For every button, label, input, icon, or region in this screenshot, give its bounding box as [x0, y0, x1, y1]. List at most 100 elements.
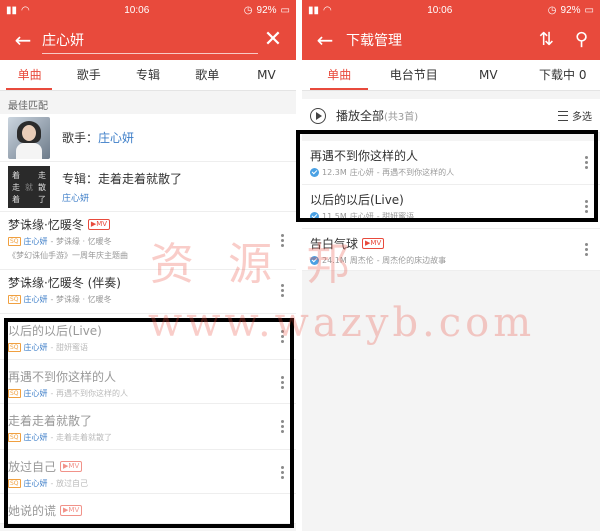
song-album: - 甜妍蜜语 — [376, 212, 415, 221]
status-bar: ▮▮ ◠ 10:06 ◷ 92% ▭ — [302, 0, 600, 20]
song-title: 走着走着就散了 — [8, 414, 93, 428]
track-count: (共3首) — [384, 112, 419, 123]
song-title: 以后的以后(Live) — [310, 193, 404, 207]
song-album: - 放过自己 — [50, 479, 88, 488]
song-album: - 甜妍蜜语 — [50, 343, 88, 352]
best-match-artist[interactable]: 歌手：庄心妍 — [0, 114, 296, 162]
download-row[interactable]: 再遇不到你这样的人 12.3M 庄心妍 - 再遇不到你这样的人 — [302, 141, 600, 185]
clear-search-icon[interactable]: ✕ — [258, 20, 288, 60]
file-size: 12.3M — [322, 168, 347, 177]
battery-icon: ▭ — [280, 4, 290, 16]
song-row[interactable]: 她说的谎 ▶MV — [0, 494, 296, 524]
search-query: 庄心妍 — [42, 32, 84, 49]
back-arrow-icon[interactable]: ← — [8, 20, 38, 60]
play-all-button[interactable]: 播放全部(共3首) — [336, 107, 418, 124]
search-screen: ▮▮ ◠ 10:06 ◷ 92% ▭ ← 庄心妍 ✕ 单曲 歌手 专辑 歌单 M… — [0, 0, 296, 531]
active-tab-indicator — [6, 88, 52, 90]
song-title: 她说的谎 — [8, 504, 57, 518]
page-title: 下载管理 — [346, 33, 402, 49]
sq-badge: SQ — [8, 433, 21, 442]
back-arrow-icon[interactable]: ← — [310, 20, 340, 60]
song-album: - 周杰伦的床边故事 — [376, 256, 447, 265]
battery-text: 92% — [256, 4, 277, 16]
downloaded-check-icon — [310, 168, 319, 177]
tab-mv[interactable]: MV — [237, 60, 296, 90]
play-circle-icon[interactable] — [310, 107, 326, 124]
song-title: 告白气球 — [310, 237, 359, 251]
alarm-icon: ◷ — [243, 4, 253, 16]
multi-select-button[interactable]: 多选 — [558, 108, 592, 123]
wifi-icon: ◠ — [323, 4, 332, 16]
artist-prefix: 歌手： — [62, 131, 99, 145]
song-artist: 庄心妍 — [23, 295, 48, 304]
list-icon — [558, 110, 568, 121]
tab-artists[interactable]: 歌手 — [59, 60, 118, 90]
song-extra: 《梦幻诛仙手游》一周年庆主题曲 — [8, 251, 128, 260]
sq-badge: SQ — [8, 389, 21, 398]
song-row[interactable]: 梦诛缘·忆暖冬 ▶MV SQ 庄心妍 - 梦诛缘 · 忆暖冬 《梦幻诛仙手游》一周年… — [0, 212, 296, 270]
song-title: 再遇不到你这样的人 — [8, 370, 117, 384]
wifi-icon: ◠ — [21, 4, 30, 16]
song-title: 放过自己 — [8, 460, 57, 474]
album-prefix: 专辑： — [62, 171, 99, 186]
file-size: 11.5M — [322, 212, 347, 221]
tab-albums[interactable]: 专辑 — [118, 60, 177, 90]
song-album: - 梦诛缘 · 忆暖冬 — [50, 295, 112, 304]
song-row[interactable]: 走着走着就散了 SQ 庄心妍 - 走着走着就散了 — [0, 404, 296, 450]
best-match-label: 最佳匹配 — [8, 101, 48, 112]
status-time: 10:06 — [124, 4, 150, 16]
song-title: 梦诛缘·忆暖冬 (伴奏) — [8, 276, 121, 290]
tab-songs[interactable]: 单曲 — [302, 60, 377, 90]
song-row[interactable]: 梦诛缘·忆暖冬 (伴奏) SQ 庄心妍 - 梦诛缘 · 忆暖冬 — [0, 270, 296, 314]
play-all-bar: 播放全部(共3首) 多选 — [302, 99, 600, 133]
best-match-album[interactable]: 着 走 散 了 走 着 就 专辑：走着走着就散了 庄心妍 — [0, 162, 296, 212]
downloaded-check-icon — [310, 256, 319, 265]
song-album: - 走着走着就散了 — [50, 433, 112, 442]
song-artist: 庄心妍 — [23, 479, 48, 488]
tab-songs[interactable]: 单曲 — [0, 60, 59, 90]
tab-downloading[interactable]: 下载中 0 — [526, 60, 600, 90]
mv-badge[interactable]: ▶MV — [87, 219, 111, 230]
song-artist: 庄心妍 — [349, 212, 374, 221]
sq-badge: SQ — [8, 343, 21, 352]
battery-text: 92% — [560, 4, 581, 16]
sort-icon[interactable]: ⇅ — [539, 20, 554, 60]
mv-badge[interactable]: ▶MV — [60, 505, 83, 516]
album-artist: 庄心妍 — [62, 193, 90, 204]
mv-badge[interactable]: ▶MV — [60, 461, 83, 472]
active-tab-indicator — [310, 88, 368, 90]
download-tabs: 单曲 电台节目 MV 下载中 0 — [302, 60, 600, 91]
app-bar: ← 下载管理 ⇅ ⚲ — [302, 20, 600, 60]
signal-icon: ▮▮ — [308, 4, 320, 16]
tab-playlists[interactable]: 歌单 — [178, 60, 237, 90]
song-artist: 庄心妍 — [23, 433, 48, 442]
tab-mv[interactable]: MV — [451, 60, 526, 90]
album-cover: 着 走 散 了 走 着 就 — [8, 165, 50, 208]
search-icon[interactable]: ⚲ — [575, 20, 588, 60]
search-tabs: 单曲 歌手 专辑 歌单 MV — [0, 60, 296, 91]
song-artist: 庄心妍 — [23, 237, 48, 246]
download-row[interactable]: 告白气球 ▶MV 24.1M 周杰伦 - 周杰伦的床边故事 — [302, 229, 600, 271]
download-row[interactable]: 以后的以后(Live) 11.5M 庄心妍 - 甜妍蜜语 — [302, 185, 600, 229]
mv-badge[interactable]: ▶MV — [362, 238, 385, 249]
song-row[interactable]: 以后的以后(Live) SQ 庄心妍 - 甜妍蜜语 — [0, 314, 296, 360]
tab-radio[interactable]: 电台节目 — [377, 60, 452, 90]
song-album: - 再遇不到你这样的人 — [376, 168, 455, 177]
song-album: - 梦诛缘 · 忆暖冬 — [50, 237, 112, 246]
download-manager-screen: ▮▮ ◠ 10:06 ◷ 92% ▭ ← 下载管理 ⇅ ⚲ 单曲 电台节目 MV… — [302, 0, 600, 531]
search-input[interactable]: 庄心妍 — [42, 27, 258, 54]
sq-badge: SQ — [8, 479, 21, 488]
file-size: 24.1M — [322, 256, 347, 265]
song-title: 再遇不到你这样的人 — [310, 149, 419, 163]
song-title: 梦诛缘·忆暖冬 — [8, 218, 84, 232]
sq-badge: SQ — [8, 295, 21, 304]
song-album: - 再遇不到你这样的人 — [50, 389, 128, 398]
artist-avatar — [8, 116, 50, 159]
status-bar: ▮▮ ◠ 10:06 ◷ 92% ▭ — [0, 0, 296, 20]
album-name: 走着走着就散了 — [98, 171, 183, 186]
song-row[interactable]: 再遇不到你这样的人 SQ 庄心妍 - 再遇不到你这样的人 — [0, 360, 296, 404]
song-row[interactable]: 放过自己 ▶MV SQ 庄心妍 - 放过自己 — [0, 450, 296, 494]
song-artist: 庄心妍 — [23, 343, 48, 352]
song-title: 以后的以后(Live) — [8, 324, 102, 338]
best-match-list: 歌手：庄心妍 着 走 散 了 走 着 就 专辑：走着走着就散了 庄心妍 — [0, 114, 296, 212]
